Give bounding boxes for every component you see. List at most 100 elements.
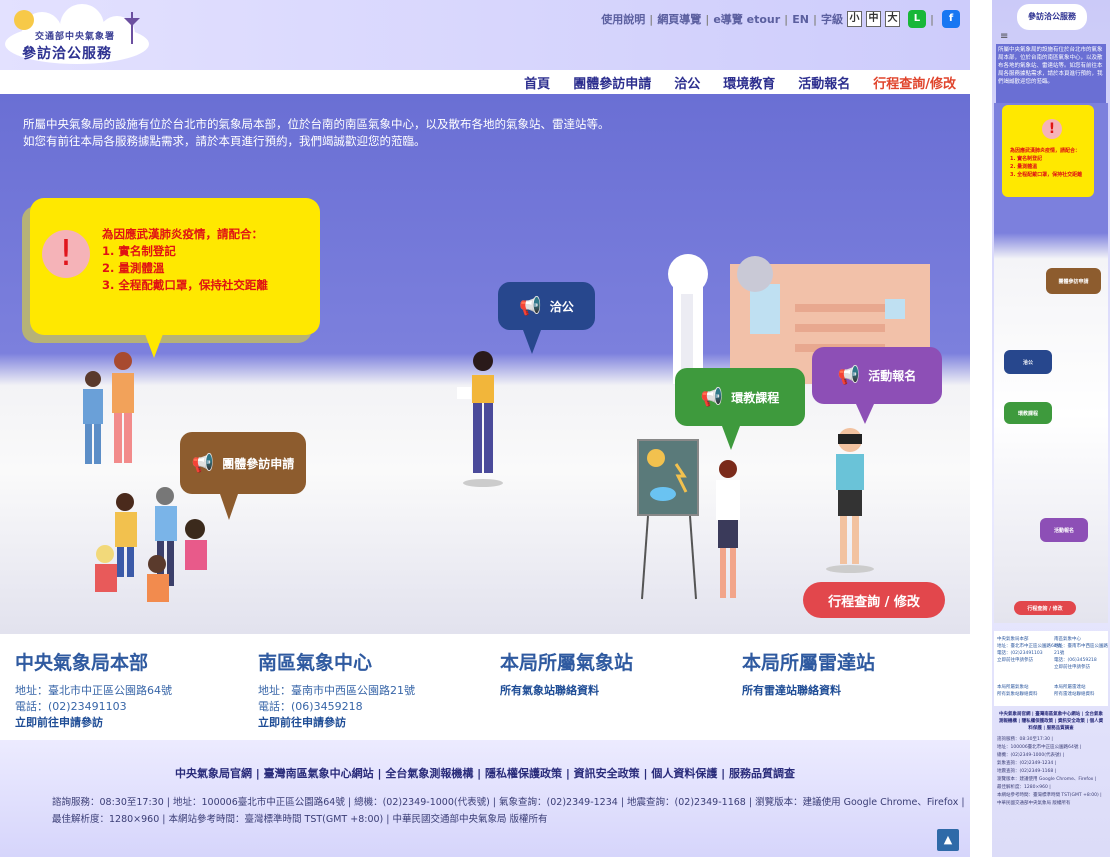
hamburger-icon[interactable]: ≡ bbox=[1000, 31, 1008, 42]
location-phone: 電話：(06)3459218 bbox=[258, 700, 363, 713]
util-link-etour[interactable]: e導覽 etour bbox=[713, 11, 780, 27]
mobile-location-title: 中央氣象局本部 bbox=[997, 637, 1029, 642]
header: 交通部中央氣象署 參訪洽公服務 使用說明 | 網頁導覽 | e導覽 etour | E… bbox=[0, 0, 970, 70]
locations-section: 中央氣象局本部 地址：臺北市中正區公園路64號 電話：(02)23491103 … bbox=[0, 634, 970, 740]
nav-business[interactable]: 洽公 bbox=[674, 73, 700, 92]
nav-env-education[interactable]: 環境教育 bbox=[723, 73, 775, 92]
intro-text: 所屬中央氣象局的設施有位於台北市的氣象局本部，位於台南的南區氣象中心，以及散布各… bbox=[23, 116, 610, 150]
mobile-location-address: 地址：臺北市中正區公園路64號 bbox=[997, 644, 1062, 649]
mobile-location-title: 本局所屬雷達站 bbox=[1054, 685, 1086, 690]
mobile-footer-line: 諮詢服務：08:30至17:30 | bbox=[997, 737, 1053, 742]
nav-home[interactable]: 首頁 bbox=[524, 73, 550, 92]
mobile-location-phone: 電話：(02)23491103 bbox=[997, 651, 1043, 656]
business-visit-label: 洽公 bbox=[549, 299, 574, 314]
mobile-footer-links[interactable]: 中央氣象局官網 | 臺灣南區氣象中心網站 | 全台氣象測報機構 | 隱私權保護政… bbox=[997, 711, 1105, 732]
notice-item: 3. 全程配戴口罩，保持社交距離 bbox=[102, 278, 268, 292]
env-course-bubble[interactable]: 📢 環教課程 bbox=[675, 368, 805, 426]
env-course-label: 環教課程 bbox=[731, 390, 780, 405]
location-hq: 中央氣象局本部 地址：臺北市中正區公園路64號 電話：(02)23491103 … bbox=[15, 648, 255, 731]
mobile-footer-line: 地址：100006臺北市中正區公園路64號 | bbox=[997, 745, 1082, 750]
location-south: 南區氣象中心 地址：臺南市中西區公園路21號 電話：(06)3459218 立即… bbox=[258, 648, 498, 731]
mobile-footer-line: 氣象查詢：(02)2349-1234 | bbox=[997, 761, 1057, 766]
mobile-apply-link[interactable]: 立即前往申請參訪 bbox=[1054, 664, 1108, 671]
mobile-logo[interactable]: 參訪洽公服務 bbox=[1017, 4, 1087, 30]
vr-girl-illustration bbox=[826, 428, 874, 573]
mobile-footer-line: 最佳解析度：1280×960 | bbox=[997, 785, 1051, 790]
font-size-medium[interactable]: 中 bbox=[865, 11, 881, 27]
line-icon[interactable]: L bbox=[907, 10, 926, 28]
mobile-footer-line: 瀏覽版本：建議使用 Google Chrome、Firefox | bbox=[997, 777, 1097, 782]
covid-notice: ! 為因應武漢肺炎疫情，請配合： 1. 實名制登記 2. 量測體溫 3. 全程配… bbox=[30, 198, 320, 335]
mobile-footer-line: 中華民國交通部中央氣象局 版權所有 bbox=[997, 801, 1071, 806]
footer-info-line: 諮詢服務：08:30至17:30 | 地址：100006臺北市中正區公園路64號… bbox=[52, 797, 965, 808]
itinerary-query-label: 行程查詢 / 修改 bbox=[828, 594, 920, 610]
mobile-activity-bubble[interactable]: 活動報名 bbox=[1040, 518, 1088, 542]
mobile-locations: 中央氣象局本部 地址：臺北市中正區公園路64號 電話：(02)23491103 … bbox=[994, 631, 1108, 706]
mobile-query-button[interactable]: 行程查詢 / 修改 bbox=[1014, 601, 1076, 615]
location-title: 本局所屬雷達站 bbox=[742, 652, 876, 674]
mobile-location-address: 地址：臺南市中西區公園路21號 bbox=[1054, 644, 1108, 656]
mobile-footer-line: 總機：(02)2349-1000(代表號) | bbox=[997, 753, 1065, 758]
location-stations: 本局所屬氣象站 所有氣象站聯絡資料 bbox=[500, 648, 740, 699]
notice-item: 1. 實名制登記 bbox=[102, 244, 176, 258]
activity-bubble[interactable]: 📢 活動報名 bbox=[812, 347, 942, 404]
exclamation-icon: ! bbox=[1042, 119, 1062, 139]
mobile-notice-item: 3. 全程配戴口罩，保持社交距離 bbox=[1010, 172, 1083, 178]
utility-bar: 使用說明 | 網頁導覽 | e導覽 etour | EN | 字級 小 中 大 L | … bbox=[601, 10, 960, 28]
mobile-visit-bubble[interactable]: 洽公 bbox=[1004, 350, 1052, 374]
mobile-footer: 中央氣象局官網 | 臺灣南區氣象中心網站 | 全台氣象測報機構 | 隱私權保護政… bbox=[994, 708, 1108, 857]
notice-item: 2. 量測體溫 bbox=[102, 261, 165, 275]
mobile-notice-title: 為因應武漢肺炎疫情，請配合： bbox=[1010, 148, 1081, 154]
mobile-location-phone: 電話：(06)3459218 bbox=[1054, 658, 1097, 663]
mobile-group-bubble[interactable]: 團體參訪申請 bbox=[1046, 268, 1101, 294]
nav-group-visit[interactable]: 團體參訪申請 bbox=[573, 73, 651, 92]
bubble-tail bbox=[856, 404, 874, 424]
megaphone-icon: 📢 bbox=[700, 386, 724, 408]
intro-line-1: 所屬中央氣象局的設施有位於台北市的氣象局本部，位於台南的南區氣象中心，以及散布各… bbox=[23, 117, 610, 131]
radars-contact-link[interactable]: 所有雷達站聯絡資料 bbox=[742, 683, 970, 699]
util-link-sitemap[interactable]: 網頁導覽 bbox=[657, 11, 701, 27]
location-phone: 電話：(02)23491103 bbox=[15, 700, 127, 713]
mobile-radars-link[interactable]: 所有雷達站聯絡資料 bbox=[1054, 691, 1095, 698]
util-link-en[interactable]: EN bbox=[792, 13, 809, 26]
activity-label: 活動報名 bbox=[868, 369, 917, 383]
mobile-env-bubble[interactable]: 環教課程 bbox=[1004, 402, 1052, 424]
mobile-stations-link[interactable]: 所有氣象站聯絡資料 bbox=[997, 691, 1038, 698]
megaphone-icon: 📢 bbox=[837, 365, 861, 386]
util-link-guide[interactable]: 使用說明 bbox=[601, 11, 645, 27]
nav-activity[interactable]: 活動報名 bbox=[798, 73, 850, 92]
mobile-footer-line: 本網站參考時間：臺灣標準時間 TST(GMT +8:00) | bbox=[997, 793, 1102, 798]
arrow-up-icon[interactable]: ▲ bbox=[937, 829, 959, 851]
main-page: 交通部中央氣象署 參訪洽公服務 使用說明 | 網頁導覽 | e導覽 etour | E… bbox=[0, 0, 970, 857]
apply-visit-link[interactable]: 立即前往申請參訪 bbox=[15, 715, 255, 731]
mobile-notice-item: 1. 實名制登記 bbox=[1010, 156, 1043, 162]
location-address: 地址：臺南市中西區公園路21號 bbox=[258, 684, 415, 697]
location-title: 中央氣象局本部 bbox=[15, 652, 149, 674]
nav-itinerary-query[interactable]: 行程查詢/修改 bbox=[873, 73, 956, 92]
footer: 中央氣象局官網 | 臺灣南區氣象中心網站 | 全台氣象測報機構 | 隱私權保護政… bbox=[0, 740, 970, 857]
location-title: 本局所屬氣象站 bbox=[500, 652, 634, 674]
font-size-small[interactable]: 小 bbox=[846, 11, 862, 27]
site-logo[interactable]: 交通部中央氣象署 參訪洽公服務 bbox=[2, 4, 152, 64]
bubble-tail bbox=[523, 330, 541, 354]
exclamation-icon: ! bbox=[42, 230, 90, 278]
font-size-large[interactable]: 大 bbox=[884, 11, 900, 27]
mobile-location-title: 本局所屬氣象站 bbox=[997, 685, 1029, 690]
itinerary-query-button[interactable]: 行程查詢 / 修改 bbox=[803, 582, 945, 618]
group-visit-bubble[interactable]: 📢 團體參訪申請 bbox=[180, 432, 306, 494]
intro-line-2: 如您有前往本局各服務據點需求，請於本頁進行預約，我們竭誠歡迎您的蒞臨。 bbox=[23, 134, 426, 148]
location-title: 南區氣象中心 bbox=[258, 652, 373, 674]
stations-contact-link[interactable]: 所有氣象站聯絡資料 bbox=[500, 683, 740, 699]
business-visit-bubble[interactable]: 📢 洽公 bbox=[498, 282, 595, 330]
footer-info-line: 最佳解析度：1280×960 | 本網站參考時間：臺灣標準時間 TST(GMT … bbox=[52, 814, 548, 825]
location-radars: 本局所屬雷達站 所有雷達站聯絡資料 bbox=[742, 648, 970, 699]
mobile-notice-item: 2. 量測體溫 bbox=[1010, 164, 1038, 170]
apply-visit-link[interactable]: 立即前往申請參訪 bbox=[258, 715, 498, 731]
footer-links[interactable]: 中央氣象局官網 | 臺灣南區氣象中心網站 | 全台氣象測報機構 | 隱私權保護政… bbox=[0, 765, 970, 781]
receptionist-illustration bbox=[457, 351, 503, 487]
mobile-apply-link[interactable]: 立即前往申請參訪 bbox=[997, 657, 1061, 664]
kids-group-illustration bbox=[95, 487, 207, 602]
group-visit-label: 團體參訪申請 bbox=[222, 456, 295, 471]
logo-service-text: 參訪洽公服務 bbox=[22, 46, 112, 62]
facebook-icon[interactable]: f bbox=[942, 10, 960, 28]
